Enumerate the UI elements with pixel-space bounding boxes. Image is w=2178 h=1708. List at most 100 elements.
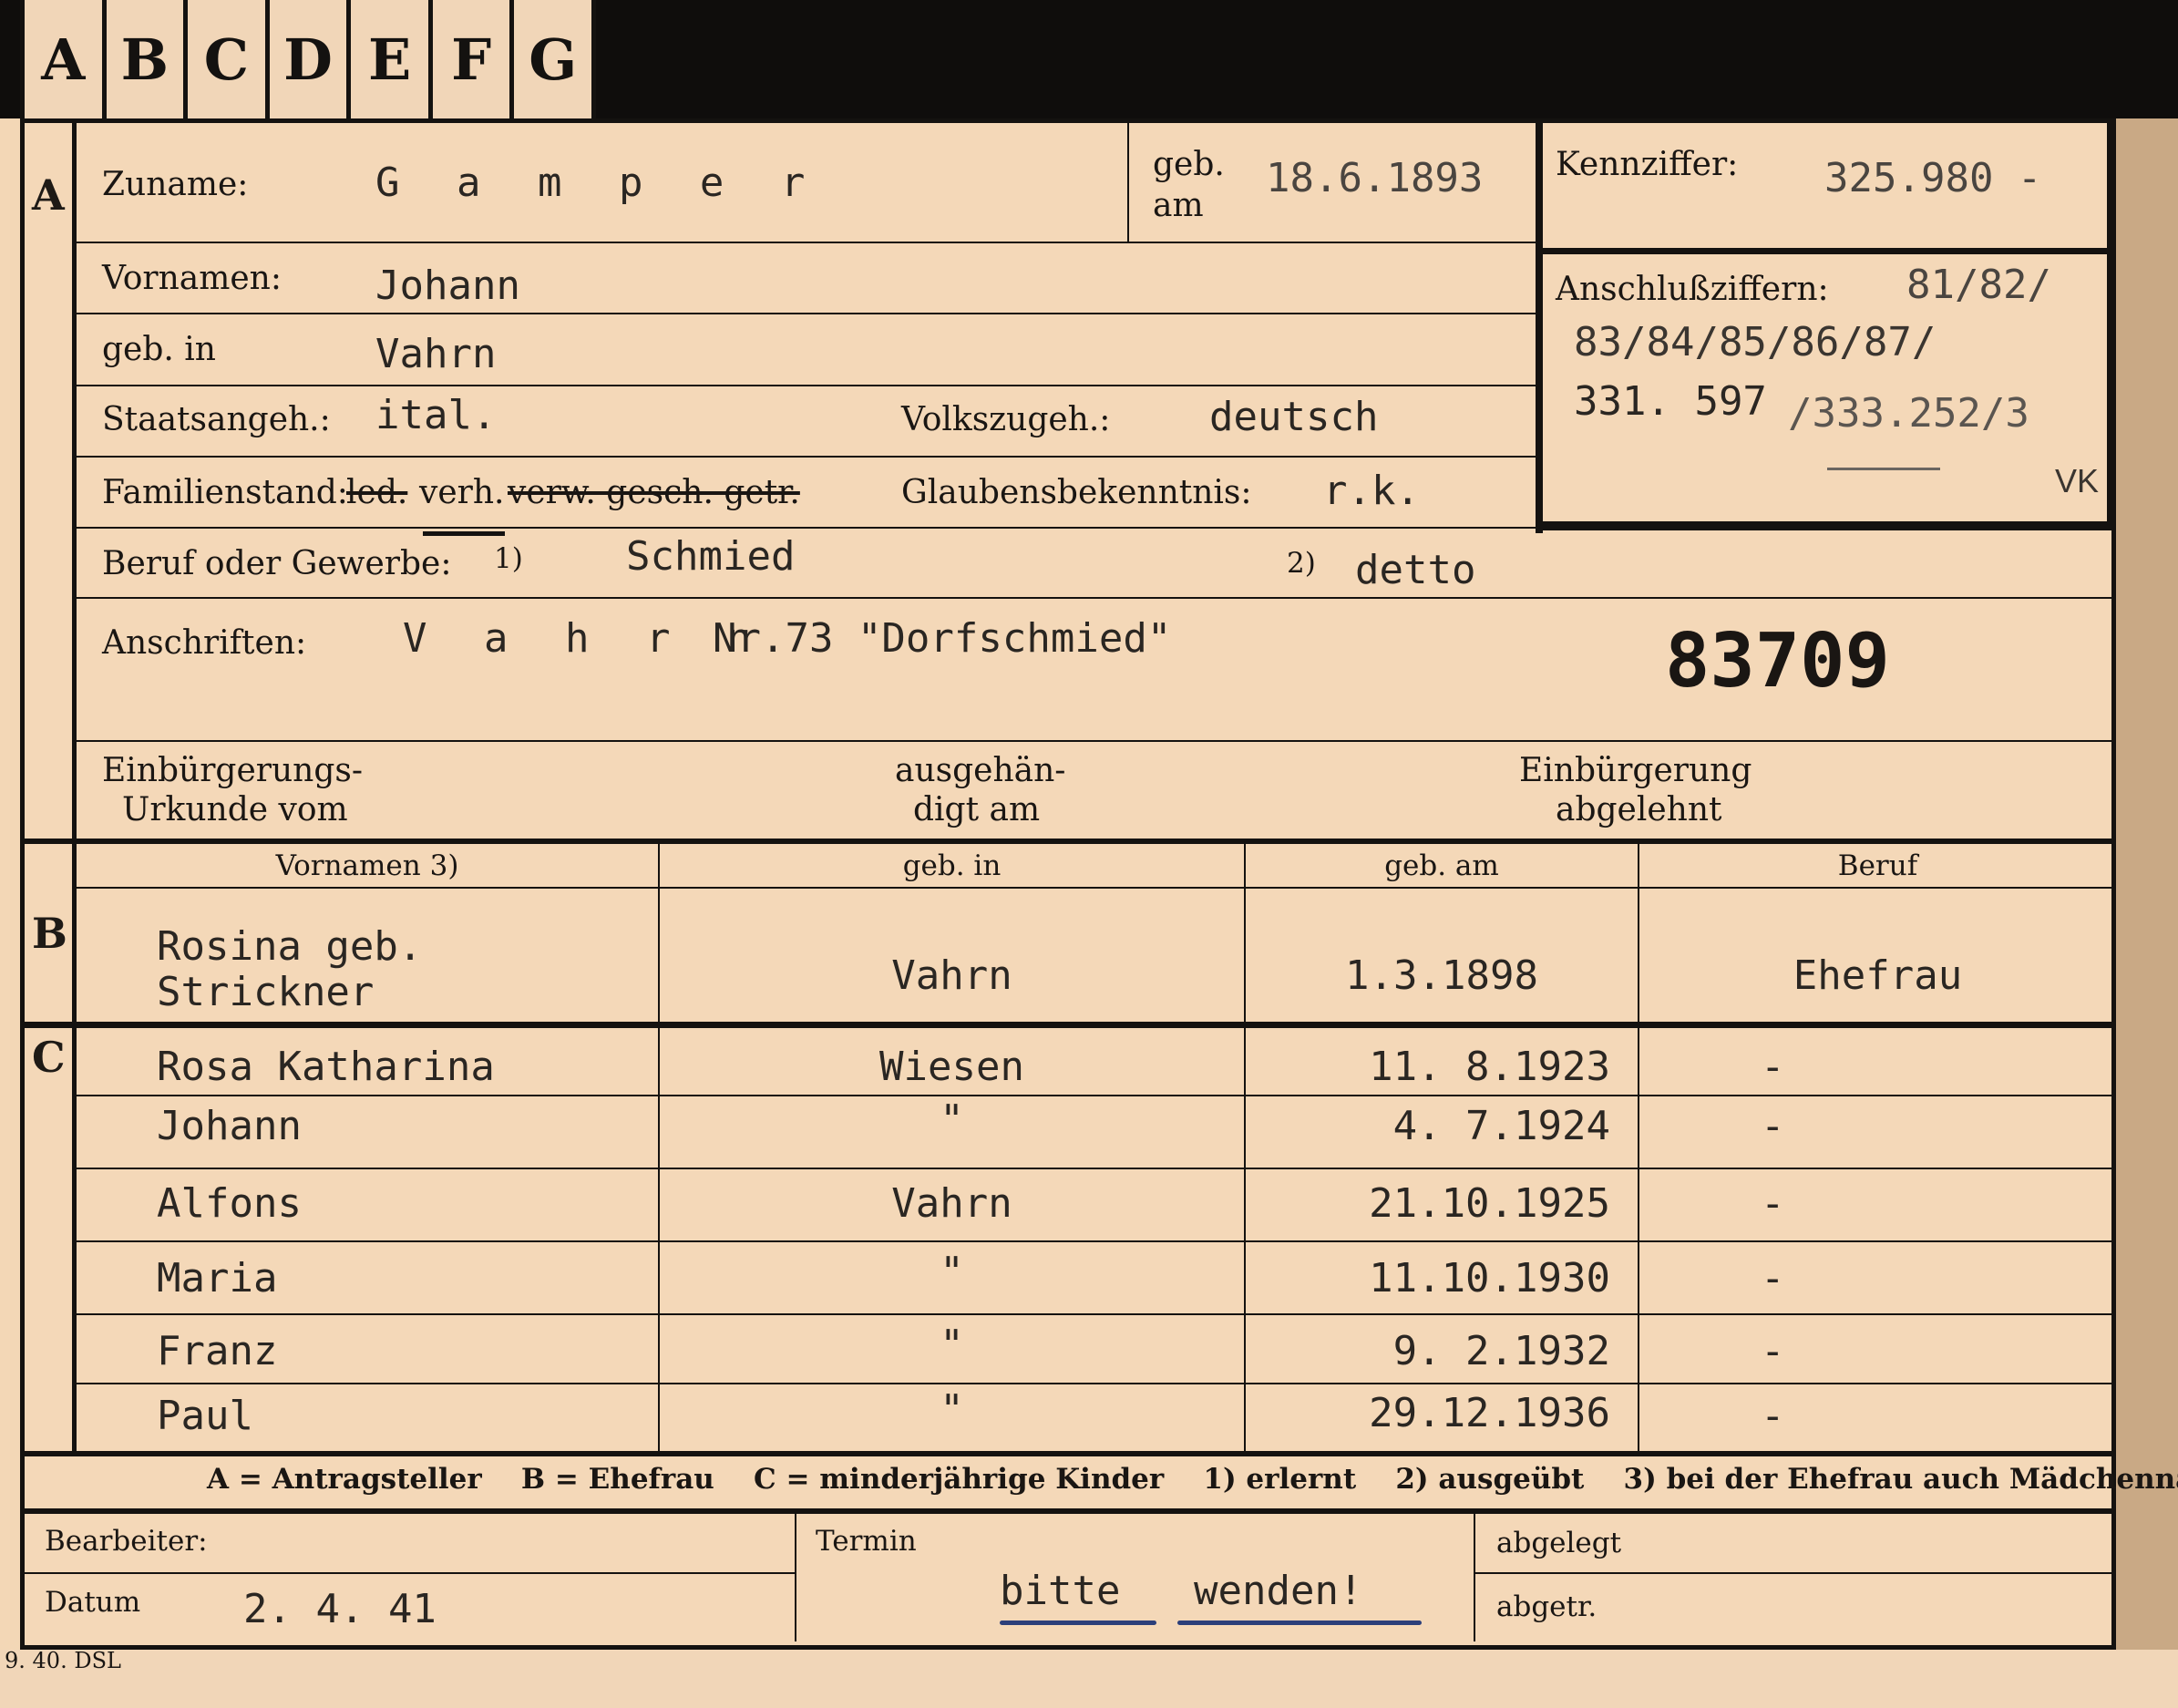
table-header-rule <box>77 887 2116 889</box>
kind-vornamen: Johann <box>157 1103 302 1149</box>
tab-f[interactable]: F <box>432 0 515 118</box>
table-bottom-rule <box>25 1451 2116 1456</box>
rule-a7 <box>77 740 2116 742</box>
tab-b[interactable]: B <box>106 0 189 118</box>
ehefrau-vornamen-2: Strickner <box>157 969 375 1015</box>
ehefrau-vornamen-1: Rosina geb. <box>157 923 423 970</box>
beruf-erlernt-value: Schmied <box>626 533 796 580</box>
geb-in-value: Vahrn <box>375 331 497 377</box>
kind-beruf: - <box>1761 1393 1785 1439</box>
abgelegt-label: abgelegt <box>1496 1527 1622 1559</box>
tab-c[interactable]: C <box>188 0 270 118</box>
kennziffer-value: 325.980 - <box>1824 155 2042 201</box>
header-vornamen: Vornamen 3) <box>275 849 459 882</box>
kennziffer-label: Kennziffer: <box>1556 146 1739 183</box>
tab-d[interactable]: D <box>269 0 352 118</box>
header-geb-am: geb. am <box>1384 849 1499 882</box>
kind-geb-am: 11. 8.1923 <box>1369 1044 1610 1090</box>
familienstand-underline <box>423 531 505 536</box>
bottom-col-rule-1 <box>795 1514 796 1641</box>
beruf-ausgeuebt-value: detto <box>1355 547 1476 593</box>
geb-in-label: geb. in <box>102 331 216 368</box>
row-rule-4 <box>77 1313 2116 1315</box>
kennziffer-box-right <box>2107 123 2116 530</box>
kind-vornamen: Paul <box>157 1393 253 1439</box>
bitte-text: bitte <box>1000 1568 1121 1614</box>
kind-geb-in: " <box>940 1386 964 1433</box>
kind-geb-in: " <box>940 1249 964 1295</box>
kind-beruf: - <box>1761 1044 1785 1090</box>
anschrift-value: Nr.73 "Dorfschmied" <box>713 615 1172 662</box>
kind-geb-in: " <box>940 1322 964 1368</box>
beruf-footnote-2: 2) <box>1287 547 1316 580</box>
tab-b-label: B <box>120 26 170 93</box>
row-rule-5 <box>77 1383 2116 1384</box>
tab-e[interactable]: E <box>351 0 433 118</box>
vornamen-label: Vornamen: <box>102 260 282 297</box>
geb-am-value: 18.6.1893 <box>1266 155 1484 201</box>
legend-bottom-rule <box>25 1508 2116 1514</box>
kind-geb-am: 4. 7.1924 <box>1392 1103 1610 1149</box>
anschlussziffern-line2: 83/84/85/86/87/ <box>1574 319 1937 365</box>
staatsangehoerigkeit-label: Staatsangeh.: <box>102 401 331 438</box>
kennziffer-box-mid <box>1536 248 2116 254</box>
glaubensbekenntnis-value: r.k. <box>1323 468 1420 514</box>
kind-geb-am: 11.10.1930 <box>1369 1255 1610 1302</box>
tab-g-label: G <box>529 26 578 93</box>
tab-a[interactable]: A <box>20 0 107 118</box>
kind-beruf: - <box>1761 1328 1785 1374</box>
table-top-rule <box>25 839 2116 844</box>
einbuergerung-abgelehnt-label-1: Einbürgerung <box>1519 752 1752 789</box>
ausgehaendigt-label-2: digt am <box>913 791 1041 828</box>
bottom-col-rule-2 <box>1474 1514 1475 1641</box>
anschriften-label: Anschriften: <box>102 624 307 662</box>
rule-geb-divider <box>1127 123 1129 242</box>
section-a-marker: A <box>32 170 65 220</box>
wenden-text: wenden! <box>1194 1568 1363 1614</box>
einbuergerungsurkunde-label-2: Urkunde vom <box>122 791 348 828</box>
kind-vornamen: Rosa Katharina <box>157 1044 495 1090</box>
tab-a-label: A <box>41 26 86 93</box>
rule-a1 <box>77 242 1542 243</box>
anschlussziffern-line1: 81/82/ <box>1906 262 2051 308</box>
tab-f-label: F <box>451 26 492 93</box>
header-geb-in: geb. in <box>902 849 1002 882</box>
record-card: A Zuname: G a m p e r geb. am 18.6.1893 … <box>20 118 2178 1650</box>
einbuergerung-abgelehnt-label-2: abgelehnt <box>1556 791 1722 828</box>
bearbeiter-label: Bearbeiter: <box>45 1525 208 1558</box>
tab-g[interactable]: G <box>514 0 597 118</box>
header-beruf: Beruf <box>1837 849 1918 882</box>
kennziffer-box-left <box>1536 123 1543 533</box>
bitte-underline <box>1000 1621 1156 1625</box>
termin-label: Termin <box>816 1525 917 1558</box>
section-c-marker: C <box>32 1033 66 1082</box>
kind-beruf: - <box>1761 1103 1785 1149</box>
datum-value: 2. 4. 41 <box>243 1586 437 1632</box>
datum-label: Datum <box>45 1586 141 1619</box>
kind-geb-am: 29.12.1936 <box>1369 1390 1610 1436</box>
anschlussziffern-line3b: /333.252/3 <box>1788 390 2029 437</box>
zuname-label: Zuname: <box>102 166 249 203</box>
ehefrau-beruf: Ehefrau <box>1793 952 1963 999</box>
tab-d-label: D <box>283 26 333 93</box>
card-edge-shadow <box>2114 118 2178 1650</box>
col-rule-3 <box>1638 844 1639 1451</box>
kind-geb-am: 9. 2.1932 <box>1392 1328 1610 1374</box>
geb-am-label-2: am <box>1153 187 1204 224</box>
zuname-value: G a m p e r <box>375 159 822 206</box>
abgetr-label: abgetr. <box>1496 1590 1598 1623</box>
kind-beruf: - <box>1761 1180 1785 1227</box>
volkszugehoerigkeit-value: deutsch <box>1209 394 1379 440</box>
kind-geb-am: 21.10.1925 <box>1369 1180 1610 1227</box>
volkszugehoerigkeit-label: Volkszugeh.: <box>901 401 1111 438</box>
rule-a4 <box>77 456 1542 458</box>
anschluss-dash <box>1827 468 1940 470</box>
familienstand-label: Familienstand: <box>102 474 348 511</box>
kind-geb-in: Vahrn <box>891 1180 1012 1227</box>
staatsangehoerigkeit-value: ital. <box>375 392 497 438</box>
section-b-marker: B <box>32 909 67 958</box>
anschlussziffern-label: Anschlußziffern: <box>1556 271 1829 308</box>
geb-am-label-1: geb. <box>1153 146 1225 183</box>
rule-a6 <box>77 597 2116 599</box>
beruf-label: Beruf oder Gewerbe: <box>102 545 452 582</box>
